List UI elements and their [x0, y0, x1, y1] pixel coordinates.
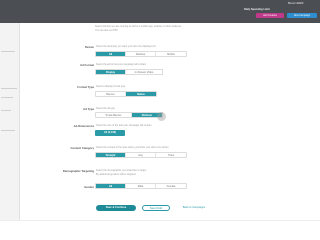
sidebar-item-5[interactable]: [0, 126, 20, 136]
gender-option-male[interactable]: Male: [126, 184, 156, 188]
ad-dimensions-label: Ad Dimensions: [73, 124, 94, 128]
sidebar-item-4[interactable]: [0, 106, 20, 116]
ad-type-option-smart-banner[interactable]: Smart Banner: [96, 113, 132, 117]
demographic-targeting-label: Demographic Targeting: [62, 169, 94, 173]
content-category-desc: Select the content of the sites where yo…: [96, 146, 169, 149]
device-option-all[interactable]: All: [96, 52, 126, 56]
content-category-option-straight[interactable]: Straight: [96, 153, 126, 157]
device-option-mobile[interactable]: Mobile: [156, 52, 186, 56]
add-creative-button[interactable]: Add Creative: [256, 13, 284, 18]
ad-format-selector: Display In-Stream Video: [95, 69, 163, 75]
campaign-form: Select whether you are running an ad for…: [20, 23, 320, 220]
intro-text-1: Select whether you are running an ad for…: [95, 25, 182, 28]
account-label: Bruno H3920: [288, 2, 304, 5]
daily-spending-limit-label: Daily Spending Limit: [244, 8, 270, 11]
gender-option-female[interactable]: Female: [156, 184, 186, 188]
sidebar: [0, 23, 20, 220]
save-continue-button[interactable]: Save & Continue: [96, 205, 136, 211]
bottom-strip: [0, 220, 320, 240]
ad-type-label: Ad Type: [83, 107, 94, 111]
device-label: Device: [84, 45, 94, 49]
format-type-option-banner[interactable]: Banner: [96, 92, 126, 96]
gender-label: Gender: [84, 185, 94, 189]
ad-type-desc: Select the ad type: [96, 107, 116, 110]
sidebar-item-1[interactable]: [0, 47, 20, 57]
sidebar-item-3[interactable]: [0, 93, 20, 103]
content-category-option-trans[interactable]: Trans: [156, 153, 186, 157]
ad-format-option-display[interactable]: Display: [96, 70, 126, 74]
format-type-desc: Select a display format type: [96, 85, 126, 88]
ad-format-option-in-stream-video[interactable]: In-Stream Video: [126, 70, 162, 74]
demographic-targeting-desc-2: By default all genders will be targeted: [96, 173, 136, 176]
device-selector: All Desktop Mobile: [95, 51, 187, 57]
format-type-label: Format Type: [77, 85, 94, 89]
content-category-option-gay[interactable]: Gay: [126, 153, 156, 157]
intro-text-2: You can also set PPC: [95, 29, 119, 32]
save-draft-button[interactable]: Save Draft: [142, 205, 170, 211]
device-option-desktop[interactable]: Desktop: [126, 52, 156, 56]
content-category-label: Content Category: [70, 146, 94, 150]
ad-dimensions-desc: Select the size of the ads your campaign…: [96, 124, 152, 127]
gender-selector: All Male Female: [95, 183, 187, 189]
cursor-highlight: [157, 112, 166, 121]
new-campaign-button[interactable]: New Campaign: [287, 13, 317, 18]
format-type-selector: Banner Native: [95, 91, 157, 97]
content-category-selector: Straight Gay Trans: [95, 152, 187, 158]
ad-type-selector: Smart Banner Rollover: [95, 112, 163, 118]
top-bar: Bruno H3920 Daily Spending Limit Add Cre…: [0, 0, 320, 23]
back-to-campaigns-link[interactable]: Back to Campaigns: [176, 205, 212, 211]
device-desc: Select the device(s) you want your ad to…: [96, 45, 156, 48]
ad-format-label: Ad Format: [80, 63, 94, 67]
demographic-targeting-desc: Select the demographic you would like to…: [96, 169, 147, 172]
ad-dimensions-all-button[interactable]: All (2,196): [95, 130, 125, 136]
gender-option-all[interactable]: All: [96, 184, 126, 188]
ad-format-desc: Select the ad format your campaign will …: [96, 63, 147, 66]
format-type-option-native[interactable]: Native: [126, 92, 156, 96]
